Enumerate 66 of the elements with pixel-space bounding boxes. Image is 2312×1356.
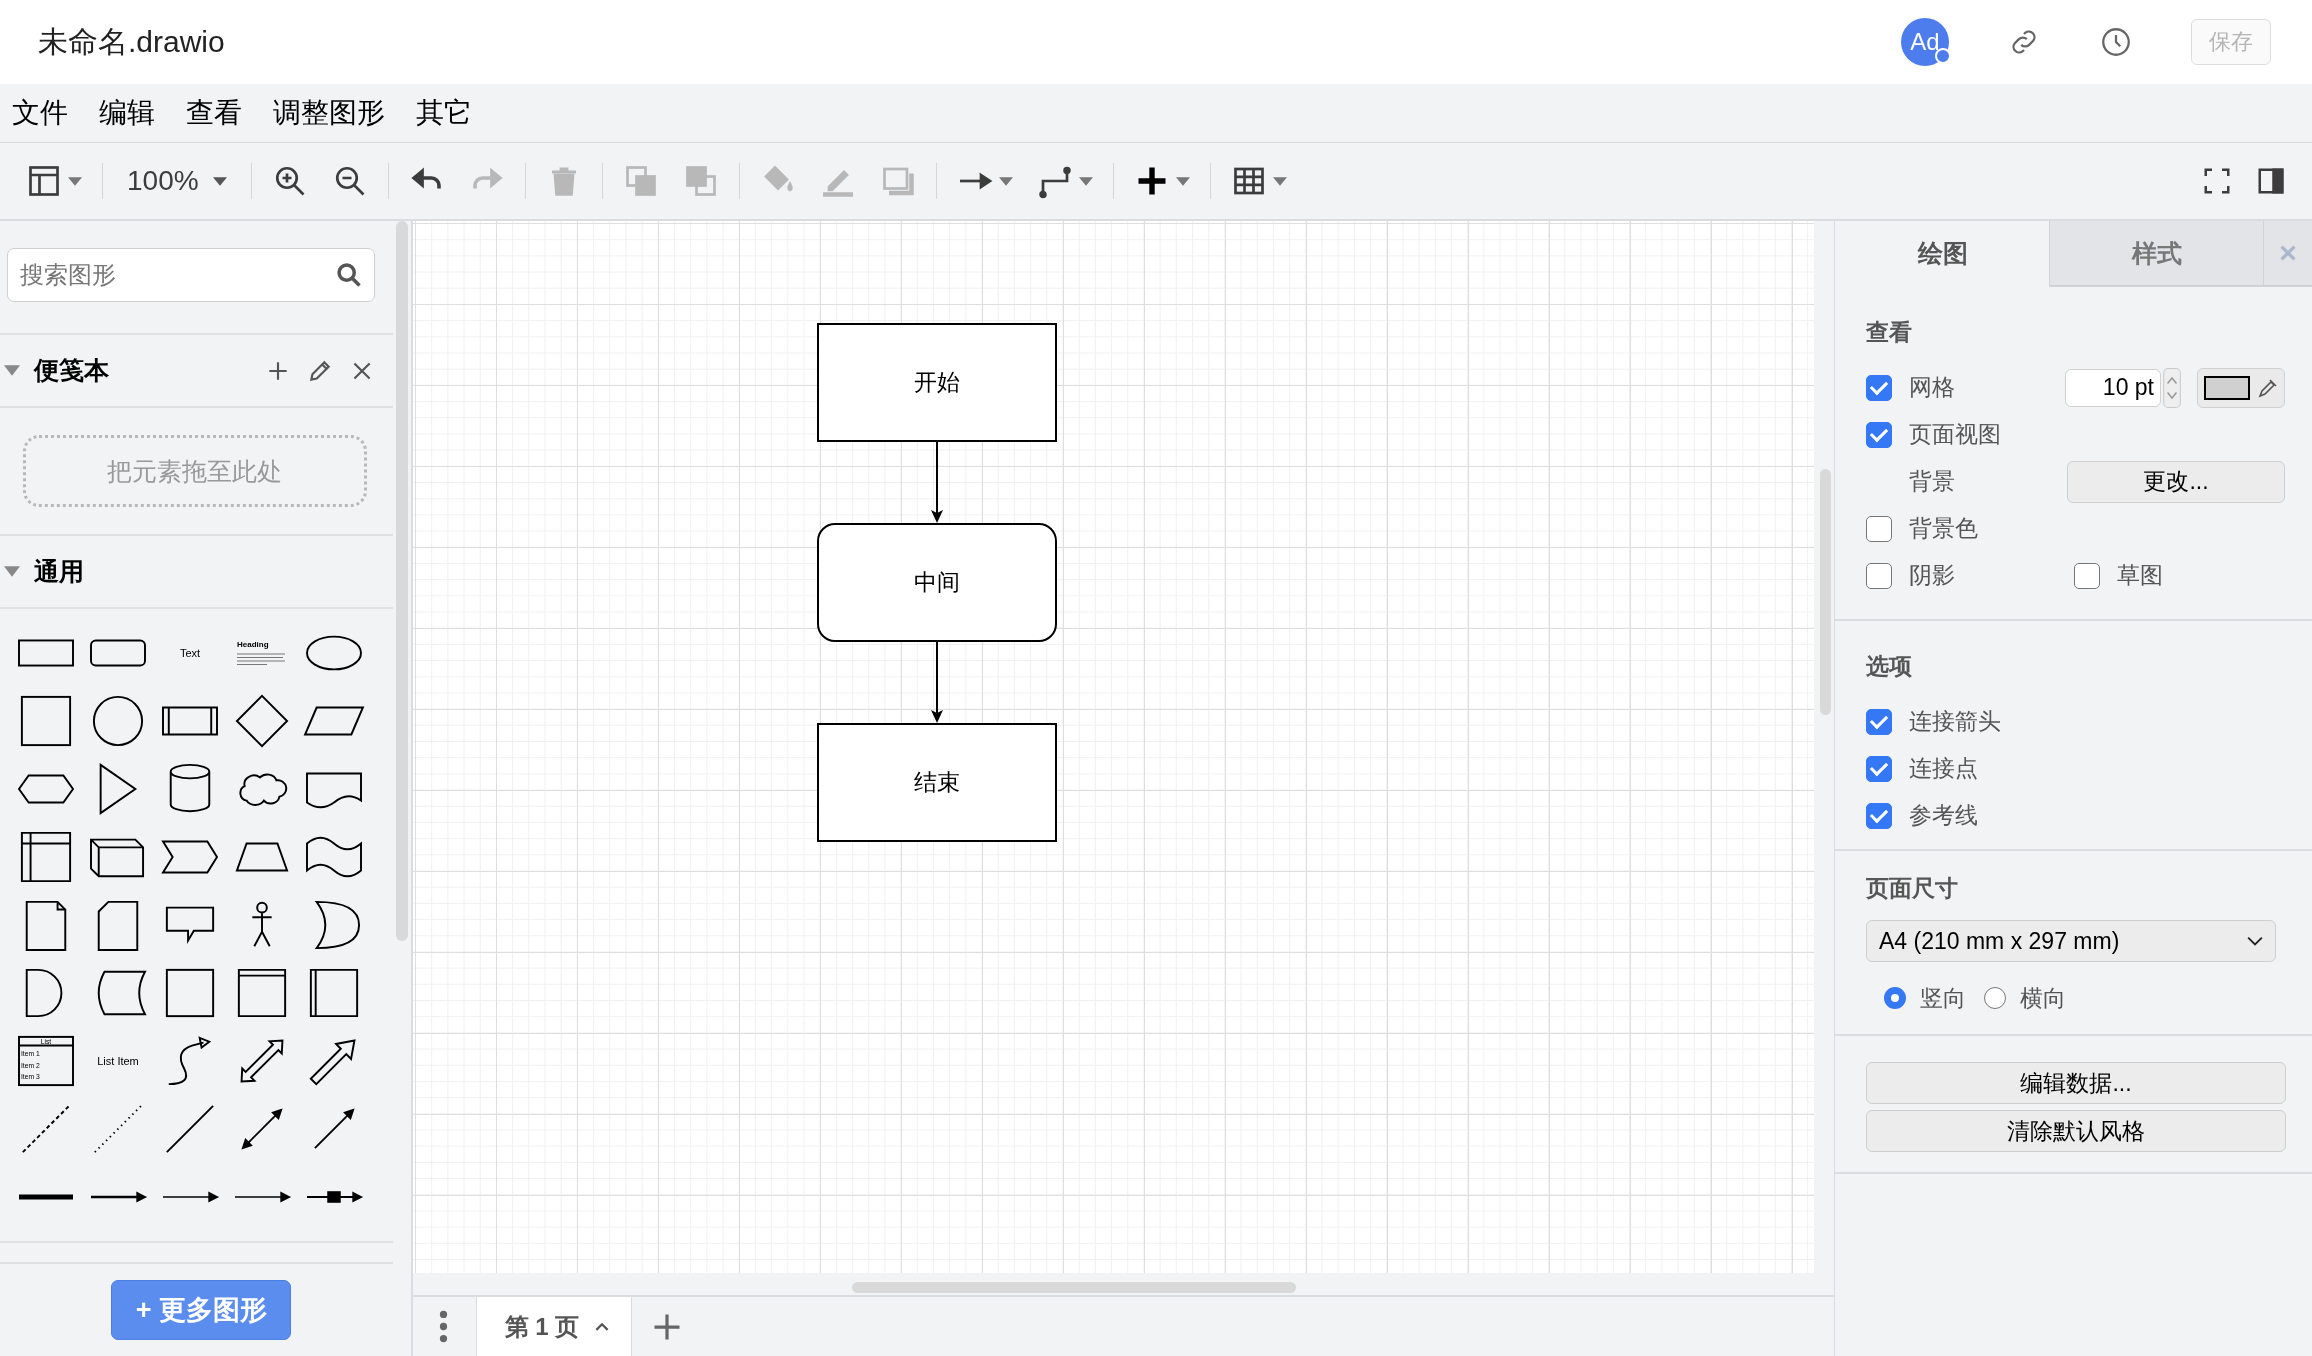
zoom-level-dropdown[interactable]: 100% bbox=[111, 156, 243, 206]
menu-item[interactable]: 查看 bbox=[186, 94, 242, 132]
radio-label: 横向 bbox=[2020, 983, 2066, 1013]
checkbox[interactable] bbox=[1866, 421, 1892, 448]
checkbox-label: 背景色 bbox=[1909, 514, 1978, 543]
caret-icon[interactable] bbox=[212, 176, 227, 186]
checkbox-label: 草图 bbox=[2117, 561, 2163, 590]
checkbox-label: 阴影 bbox=[1909, 561, 1955, 590]
text-shape[interactable]: Text bbox=[179, 647, 201, 659]
clock-icon[interactable] bbox=[2099, 25, 2133, 59]
menu-item[interactable]: 编辑 bbox=[99, 94, 155, 132]
lorem-text-drawing bbox=[237, 652, 287, 666]
grid-color-button[interactable] bbox=[2197, 367, 2285, 408]
checkbox[interactable] bbox=[1866, 562, 1892, 589]
checkbox-label: 连接点 bbox=[1909, 754, 1978, 783]
scrollbar[interactable] bbox=[1820, 469, 1831, 715]
checkbox-label: 页面视图 bbox=[1909, 420, 2001, 449]
scrollbar[interactable] bbox=[395, 221, 408, 941]
heading-shape-title[interactable]: Heading bbox=[237, 640, 287, 649]
background-label: 背景 bbox=[1909, 467, 1955, 496]
radio-button[interactable] bbox=[1884, 987, 1906, 1009]
checkbox[interactable] bbox=[1866, 755, 1892, 782]
more-icon[interactable] bbox=[438, 1310, 448, 1343]
search-field[interactable]: 搜索图形 bbox=[7, 248, 375, 302]
radio-label: 竖向 bbox=[1920, 983, 1966, 1013]
collapse-triangle-icon[interactable] bbox=[4, 365, 20, 376]
user-avatar[interactable]: Ad bbox=[1901, 18, 1949, 66]
fullscreen-icon[interactable] bbox=[2202, 166, 2232, 196]
menu-item[interactable]: 调整图形 bbox=[273, 94, 385, 132]
format-panel-icon[interactable] bbox=[2256, 166, 2286, 196]
caret-icon[interactable] bbox=[2247, 936, 2263, 946]
panel-button[interactable]: 清除默认风格 bbox=[1866, 1110, 2286, 1152]
section-title: 查看 bbox=[1866, 318, 1913, 347]
section-title: 选项 bbox=[1866, 652, 1913, 681]
page-size-dropdown[interactable]: A4 (210 mm x 297 mm) bbox=[1866, 920, 2276, 962]
checkbox[interactable] bbox=[1866, 802, 1892, 829]
checkbox[interactable] bbox=[1866, 515, 1892, 542]
section-title[interactable]: 通用 bbox=[34, 555, 84, 588]
text-shape[interactable]: List Item bbox=[97, 1055, 139, 1067]
collapse-triangle-icon[interactable] bbox=[4, 566, 20, 577]
page-tab[interactable]: 第 1 页 bbox=[475, 1297, 633, 1356]
panel-tab[interactable]: 样式 bbox=[2049, 221, 2263, 287]
rounded-node[interactable]: 中间 bbox=[816, 523, 1057, 642]
layout-icon[interactable] bbox=[26, 163, 62, 199]
connector-arrow[interactable] bbox=[928, 442, 945, 523]
connector-arrow[interactable] bbox=[928, 642, 945, 723]
scrollbar[interactable] bbox=[851, 1282, 1296, 1293]
section-title: 页面尺寸 bbox=[1866, 874, 1959, 903]
change-button[interactable]: 更改... bbox=[2067, 460, 2285, 503]
menu-item[interactable]: 其它 bbox=[416, 94, 472, 132]
section-title[interactable]: 便笺本 bbox=[34, 354, 109, 387]
caret-icon[interactable] bbox=[595, 1322, 610, 1331]
window-title: 未命名.drawio bbox=[38, 23, 225, 60]
checkbox-label: 参考线 bbox=[1909, 801, 1978, 830]
checkbox[interactable] bbox=[2074, 562, 2100, 589]
panel-button[interactable]: 编辑数据... bbox=[1866, 1062, 2286, 1104]
node[interactable]: 结束 bbox=[816, 723, 1057, 842]
checkbox[interactable] bbox=[1866, 708, 1892, 735]
checkbox-label: 连接箭头 bbox=[1909, 707, 2001, 736]
checkbox-label: 网格 bbox=[1909, 373, 1955, 402]
grid-size-field[interactable]: 10 pt bbox=[2065, 368, 2161, 407]
node[interactable]: 开始 bbox=[816, 323, 1057, 442]
checkbox[interactable] bbox=[1866, 374, 1892, 401]
radio-button[interactable] bbox=[1984, 987, 2006, 1009]
menu-item[interactable]: 文件 bbox=[12, 94, 68, 132]
search-icon[interactable] bbox=[335, 261, 363, 289]
